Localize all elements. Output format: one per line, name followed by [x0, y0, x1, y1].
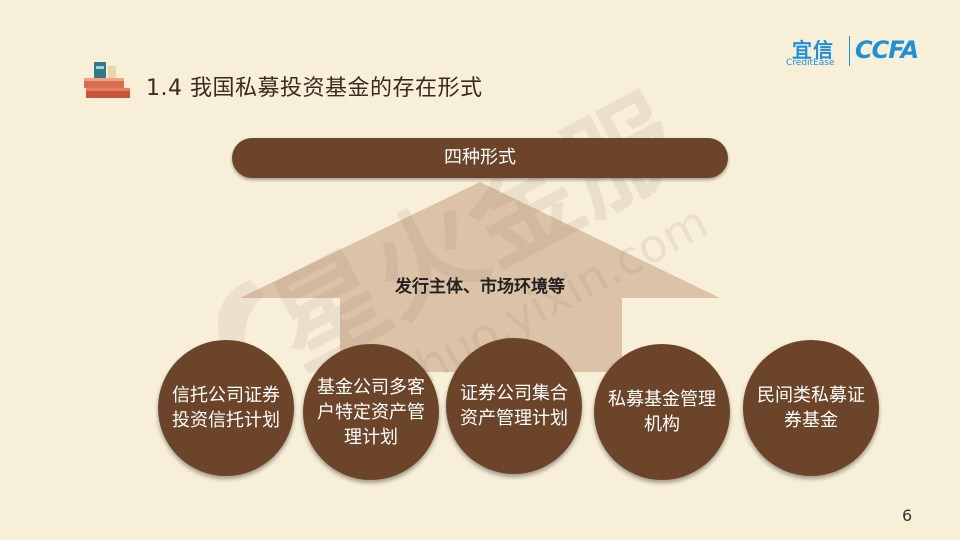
form-circle-2: 基金公司多客户特定资产管理计划 — [303, 344, 439, 480]
banner: 四种形式 — [232, 138, 728, 178]
slide: 1.4 我国私募投资基金的存在形式 宜信 CreditEase CCFA 星火金… — [0, 0, 960, 540]
form-label-5: 民间类私募证券基金 — [757, 385, 865, 431]
form-circle-4: 私募基金管理机构 — [594, 344, 730, 480]
form-label-4: 私募基金管理机构 — [608, 389, 716, 435]
form-label-3: 证券公司集合资产管理计划 — [460, 383, 568, 429]
banner-label: 四种形式 — [444, 147, 516, 168]
house-caption: 发行主体、市场环境等 — [395, 277, 565, 297]
page-number: 6 — [902, 506, 913, 525]
form-label-2: 基金公司多客户特定资产管理计划 — [317, 376, 425, 448]
form-circle-3: 证券公司集合资产管理计划 — [446, 338, 582, 474]
form-circle-1: 信托公司证券投资信托计划 — [158, 340, 294, 476]
form-label-1: 信托公司证券投资信托计划 — [172, 385, 280, 431]
form-circle-5: 民间类私募证券基金 — [743, 340, 879, 476]
